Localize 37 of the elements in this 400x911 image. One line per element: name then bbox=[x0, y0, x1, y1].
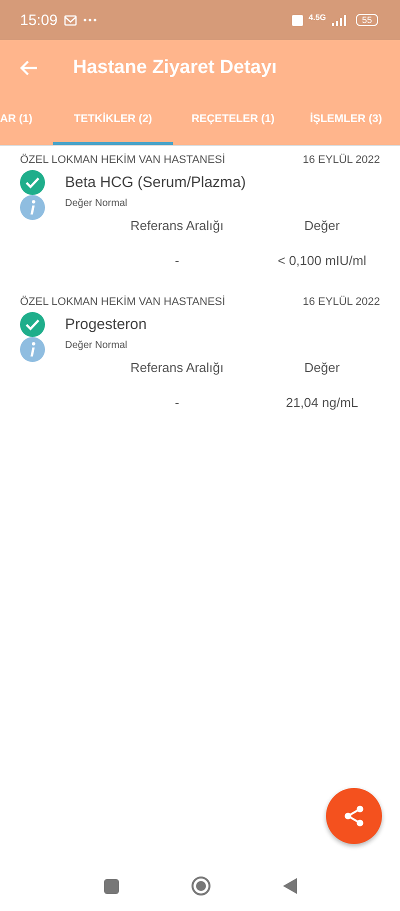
battery-level: 55 bbox=[356, 14, 378, 26]
result-status: Değer Normal bbox=[65, 340, 128, 351]
result-status: Değer Normal bbox=[65, 198, 128, 209]
more-icon bbox=[82, 18, 97, 22]
result-date: 16 EYLÜL 2022 bbox=[302, 154, 380, 166]
column-header: Değer bbox=[304, 218, 340, 233]
volte-icon bbox=[292, 14, 303, 26]
hospital-name: ÖZEL LOKMAN HEKİM VAN HASTANESİ bbox=[20, 296, 226, 308]
home-icon[interactable] bbox=[190, 876, 210, 896]
result-value: 21,04 ng/mL bbox=[286, 395, 358, 410]
mail-icon bbox=[64, 14, 77, 26]
info-icon bbox=[20, 195, 45, 220]
result-date: 16 EYLÜL 2022 bbox=[302, 296, 380, 308]
share-button[interactable] bbox=[326, 788, 382, 844]
back-icon[interactable] bbox=[282, 878, 296, 894]
tab[interactable]: İŞLEMLER (3) bbox=[293, 95, 399, 145]
column-header: Değer bbox=[304, 360, 340, 375]
result-value: < 0,100 mIU/ml bbox=[278, 253, 366, 268]
screen-title: Hastane Ziyaret Detayı bbox=[73, 56, 277, 78]
tab[interactable]: TETKİKLER (2) bbox=[53, 95, 173, 145]
hospital-name: ÖZEL LOKMAN HEKİM VAN HASTANESİ bbox=[20, 154, 226, 166]
test-name: Progesteron bbox=[65, 316, 147, 333]
check-icon bbox=[20, 312, 45, 337]
column-header: Referans Aralığı bbox=[130, 218, 224, 233]
tab[interactable]: REÇETELER (1) bbox=[173, 95, 293, 145]
tab[interactable]: AR (1) bbox=[0, 95, 53, 145]
clock: 15:09 bbox=[20, 12, 58, 28]
recents-icon[interactable] bbox=[104, 878, 118, 894]
info-icon bbox=[20, 337, 45, 362]
check-icon bbox=[20, 170, 45, 195]
signal-icon bbox=[332, 14, 346, 26]
reference-range: - bbox=[174, 253, 180, 268]
test-name: Beta HCG (Serum/Plazma) bbox=[65, 174, 246, 191]
reference-range: - bbox=[174, 395, 180, 410]
network-type: 4.5G bbox=[308, 12, 326, 22]
share-icon bbox=[342, 804, 366, 828]
column-header: Referans Aralığı bbox=[130, 360, 224, 375]
